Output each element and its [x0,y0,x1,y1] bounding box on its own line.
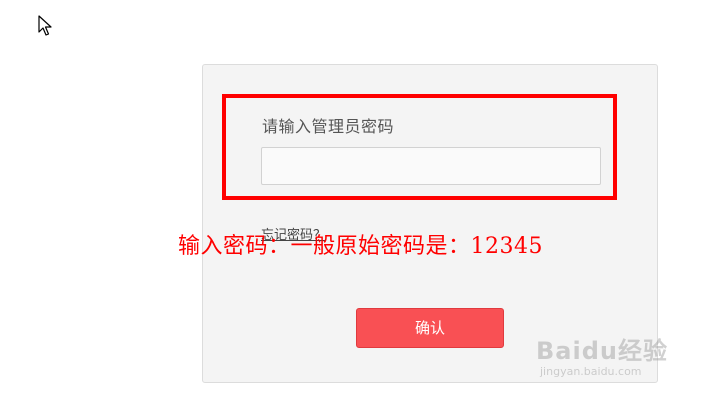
confirm-button[interactable]: 确认 [356,308,504,348]
annotation-text: 输入密码：一般原始密码是：12345 [178,234,543,259]
watermark-brand: Baidu经验 [536,337,668,365]
baidu-jingyan-watermark: Baidu经验 jingyan.baidu.com [536,325,686,385]
watermark-url: jingyan.baidu.com [540,365,642,378]
annotation-highlight-box [222,94,617,200]
mouse-pointer-icon [38,15,52,36]
